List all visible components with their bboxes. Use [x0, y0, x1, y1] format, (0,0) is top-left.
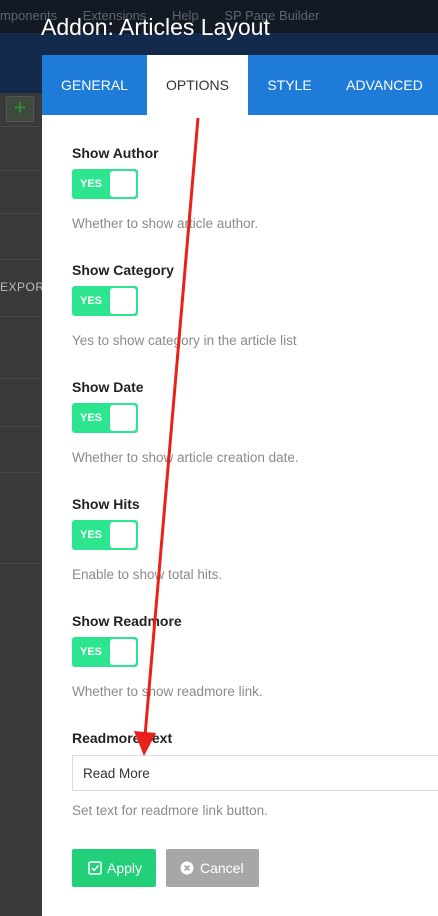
tab-style[interactable]: STYLE	[248, 55, 331, 115]
toggle-state-label: YES	[80, 295, 103, 307]
background-row-divider	[0, 378, 42, 379]
toggle-knob	[110, 405, 136, 431]
show-hits-help: Enable to show total hits.	[72, 567, 223, 582]
modal-title: Addon: Articles Layout	[41, 14, 270, 40]
addon-settings-panel: GENERAL OPTIONS STYLE ADVANCED Show Auth…	[42, 55, 438, 916]
toggle-knob	[110, 288, 136, 314]
background-row-divider	[0, 259, 42, 260]
readmore-text-help: Set text for readmore link button.	[72, 803, 268, 818]
toggle-knob	[110, 639, 136, 665]
background-row-divider	[0, 472, 42, 473]
apply-button[interactable]: Apply	[72, 849, 156, 887]
tab-bar: GENERAL OPTIONS STYLE ADVANCED	[42, 55, 438, 115]
show-date-help: Whether to show article creation date.	[72, 450, 299, 465]
toggle-knob	[110, 522, 136, 548]
background-export-label: EXPOR	[0, 280, 45, 294]
background-row-divider	[0, 126, 42, 127]
toggle-knob	[110, 171, 136, 197]
cancel-button[interactable]: Cancel	[166, 849, 259, 887]
cancel-button-label: Cancel	[200, 860, 244, 876]
show-readmore-label: Show Readmore	[72, 613, 182, 629]
show-date-toggle[interactable]: YES	[72, 403, 138, 433]
readmore-text-label: Readmore Text	[72, 730, 173, 746]
show-readmore-help: Whether to show readmore link.	[72, 684, 263, 699]
show-category-help: Yes to show category in the article list	[72, 333, 297, 348]
show-hits-toggle[interactable]: YES	[72, 520, 138, 550]
close-circle-icon	[180, 861, 194, 875]
background-row-divider	[0, 316, 42, 317]
show-readmore-toggle[interactable]: YES	[72, 637, 138, 667]
readmore-text-input[interactable]	[72, 755, 438, 791]
background-row-divider	[0, 213, 42, 214]
tab-general[interactable]: GENERAL	[42, 55, 147, 115]
show-category-toggle[interactable]: YES	[72, 286, 138, 316]
tab-options[interactable]: OPTIONS	[147, 55, 248, 115]
check-square-icon	[88, 861, 102, 875]
background-row-divider	[0, 426, 42, 427]
show-author-toggle[interactable]: YES	[72, 169, 138, 199]
apply-button-label: Apply	[107, 860, 143, 876]
background-add-icon: +	[6, 96, 34, 122]
toggle-state-label: YES	[80, 646, 103, 658]
background-row-divider	[0, 170, 42, 171]
show-category-label: Show Category	[72, 262, 174, 278]
show-date-label: Show Date	[72, 379, 144, 395]
toggle-state-label: YES	[80, 412, 103, 424]
toggle-state-label: YES	[80, 529, 103, 541]
show-author-label: Show Author	[72, 145, 159, 161]
show-hits-label: Show Hits	[72, 496, 140, 512]
tab-advanced[interactable]: ADVANCED	[331, 55, 438, 115]
toggle-state-label: YES	[80, 178, 103, 190]
show-author-help: Whether to show article author.	[72, 216, 259, 231]
background-row-divider	[0, 563, 42, 564]
